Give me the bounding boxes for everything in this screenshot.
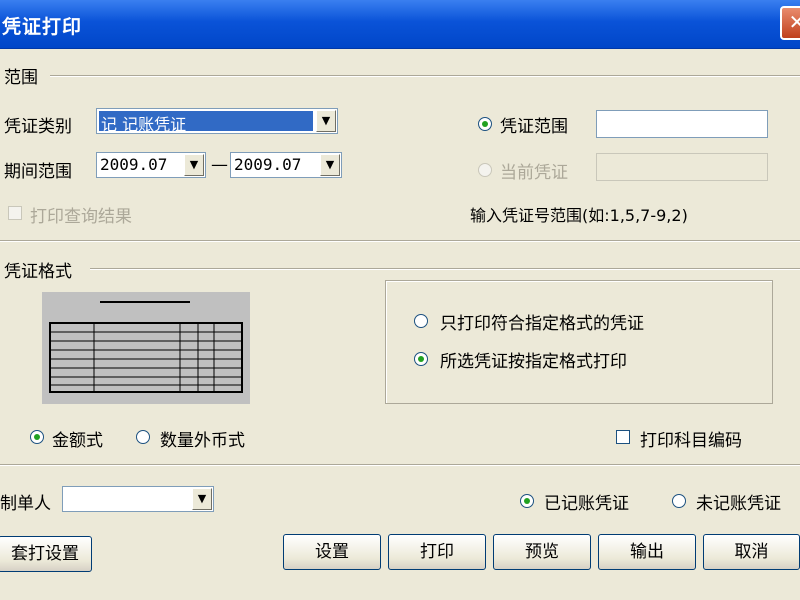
section-divider: [0, 240, 800, 242]
amount-style-label: 金额式: [52, 431, 103, 451]
quantity-style-radio[interactable]: [136, 430, 150, 444]
export-button[interactable]: 输出: [598, 534, 696, 570]
unposted-label: 未记账凭证: [696, 494, 781, 514]
posted-label: 已记账凭证: [544, 494, 629, 514]
template-setup-button[interactable]: 套打设置: [0, 536, 92, 572]
voucher-range-label: 凭证范围: [500, 117, 568, 137]
voucher-type-select[interactable]: 记 记账凭证 ▼: [96, 108, 338, 134]
period-to-select[interactable]: 2009.07 ▼: [230, 152, 342, 178]
range-heading: 范围: [4, 68, 38, 88]
period-to-value: 2009.07: [234, 155, 302, 174]
close-icon[interactable]: ✕: [780, 6, 800, 40]
format-divider: [90, 268, 800, 270]
chevron-down-icon[interactable]: ▼: [192, 488, 212, 510]
creator-label: 制单人: [0, 494, 51, 514]
period-from-value: 2009.07: [100, 155, 168, 174]
title-bar: [0, 0, 800, 49]
print-subject-code-checkbox[interactable]: [616, 430, 630, 444]
voucher-range-hint: 输入凭证号范围(如:1,5,7-9,2): [470, 206, 688, 225]
voucher-range-radio[interactable]: [478, 117, 492, 131]
print-button[interactable]: 打印: [388, 534, 486, 570]
period-label: 期间范围: [4, 162, 72, 182]
format-preview-image: [42, 292, 250, 404]
current-voucher-label: 当前凭证: [500, 163, 568, 183]
print-subject-code-label: 打印科目编码: [640, 431, 742, 451]
posted-radio[interactable]: [520, 494, 534, 508]
bottom-divider: [0, 464, 800, 466]
voucher-range-input[interactable]: [596, 110, 768, 138]
cancel-button[interactable]: 取消: [703, 534, 800, 570]
all-by-format-label: 所选凭证按指定格式打印: [440, 352, 627, 372]
voucher-type-value: 记 记账凭证: [99, 111, 313, 134]
only-matching-radio[interactable]: [414, 314, 428, 328]
creator-select[interactable]: ▼: [62, 486, 214, 512]
chevron-down-icon[interactable]: ▼: [184, 154, 204, 176]
period-from-select[interactable]: 2009.07 ▼: [96, 152, 206, 178]
quantity-style-label: 数量外币式: [160, 431, 245, 451]
chevron-down-icon[interactable]: ▼: [316, 110, 336, 132]
unposted-radio[interactable]: [672, 494, 686, 508]
window-title: 凭证打印: [2, 16, 83, 38]
amount-style-radio[interactable]: [30, 430, 44, 444]
print-query-checkbox[interactable]: [8, 206, 22, 220]
format-options-group: [385, 280, 773, 404]
all-by-format-radio[interactable]: [414, 352, 428, 366]
settings-button[interactable]: 设置: [283, 534, 381, 570]
period-separator: —: [211, 155, 228, 175]
only-matching-label: 只打印符合指定格式的凭证: [440, 314, 644, 334]
chevron-down-icon[interactable]: ▼: [320, 154, 340, 176]
current-voucher-radio[interactable]: [478, 163, 492, 177]
preview-button[interactable]: 预览: [493, 534, 591, 570]
voucher-type-label: 凭证类别: [4, 117, 72, 137]
format-heading: 凭证格式: [4, 262, 72, 282]
current-voucher-input: [596, 153, 768, 181]
range-divider: [50, 75, 800, 77]
print-query-label: 打印查询结果: [30, 207, 132, 227]
